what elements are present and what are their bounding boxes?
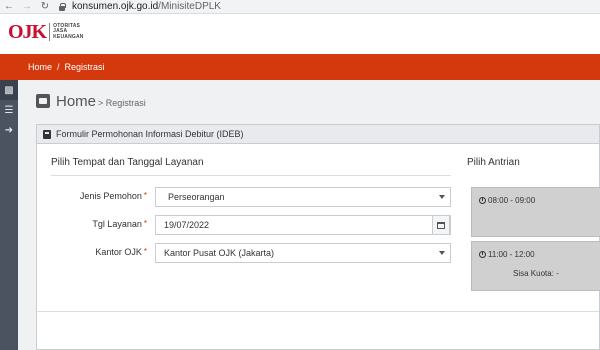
calendar-icon [437, 221, 445, 229]
input-value: 19/07/2022 [164, 220, 210, 230]
address-bar[interactable]: konsumen.ojk.go.id /MinisiteDPLK [58, 1, 221, 13]
sidebar-item-next[interactable]: ➜ [0, 120, 18, 140]
url-host: konsumen.ojk.go.id [72, 1, 159, 12]
browser-toolbar: ← → ↻ konsumen.ojk.go.id /MinisiteDPLK [0, 0, 600, 14]
logo-mark: OJK [8, 21, 47, 43]
back-arrow-icon[interactable]: ← [0, 0, 18, 14]
page-content: Home > Registrasi Formulir Permohonan In… [18, 80, 600, 350]
site-header: OJK OTORITAS JASA KEUANGAN [0, 14, 600, 54]
logo-line-3: KEUANGAN [53, 33, 84, 40]
id-card-icon: ▩ [4, 84, 14, 96]
label-jenis-pemohon: Jenis Pemohon * [37, 191, 147, 201]
section-title-layanan: Pilih Tempat dan Tanggal Layanan [51, 157, 204, 168]
forward-arrow-icon[interactable]: → [18, 0, 36, 14]
chevron-down-icon [439, 251, 445, 255]
panel-header: Formulir Permohonan Informasi Debitur (I… [37, 125, 599, 144]
lock-icon [58, 2, 66, 11]
logo-text: OTORITAS JASA KEUANGAN [53, 23, 84, 41]
tgl-layanan-input[interactable]: 19/07/2022 [155, 215, 451, 235]
label-kantor-ojk: Kantor OJK * [37, 247, 147, 257]
form-panel: Formulir Permohonan Informasi Debitur (I… [36, 124, 600, 350]
jenis-pemohon-select[interactable]: Perseorangan [155, 187, 451, 207]
database-icon: ☰ [4, 104, 14, 116]
panel-footer-divider [37, 311, 599, 312]
clock-icon [479, 197, 486, 204]
section-divider [51, 175, 451, 176]
breadcrumb-current: Registrasi [64, 62, 105, 72]
page-subtitle: > Registrasi [98, 98, 146, 108]
slot-quota: Sisa Kuota: - [513, 269, 559, 278]
calendar-button[interactable] [432, 215, 450, 235]
required-marker: * [143, 247, 147, 256]
sidebar-item-database[interactable]: ☰ [0, 100, 18, 120]
kantor-ojk-select[interactable]: Kantor Pusat OJK (Jakarta) [155, 243, 451, 263]
arrow-circle-right-icon: ➜ [4, 124, 14, 136]
sidebar: ▩ ☰ ➜ [0, 80, 22, 350]
slot-time-text: 08:00 - 09:00 [488, 196, 536, 205]
label-tgl-layanan: Tgl Layanan * [37, 219, 147, 229]
queue-slot-1[interactable]: 08:00 - 09:00 [471, 187, 600, 237]
select-value: Kantor Pusat OJK (Jakarta) [164, 248, 275, 258]
document-icon [43, 129, 51, 139]
label-text: Jenis Pemohon [79, 191, 142, 201]
slot-time: 08:00 - 09:00 [479, 196, 535, 205]
url-path: /MinisiteDPLK [158, 1, 221, 12]
panel-title: Formulir Permohonan Informasi Debitur (I… [56, 129, 244, 139]
reload-icon[interactable]: ↻ [36, 0, 54, 14]
sidebar-item-profile[interactable]: ▩ [0, 80, 22, 100]
breadcrumb-home[interactable]: Home [28, 62, 52, 72]
clock-icon [479, 251, 486, 258]
section-title-antrian: Pilih Antrian [467, 157, 520, 168]
select-value: Perseorangan [168, 192, 225, 202]
required-marker: * [143, 219, 147, 228]
page-header: Home > Registrasi [36, 92, 146, 110]
page-title: Home [56, 93, 97, 110]
ojk-logo[interactable]: OJK OTORITAS JASA KEUANGAN [8, 22, 84, 42]
logo-divider [49, 23, 51, 41]
breadcrumb-separator: / [57, 62, 60, 72]
slot-time-text: 11:00 - 12:00 [488, 250, 535, 259]
label-text: Kantor OJK [95, 247, 142, 257]
home-icon [36, 94, 50, 108]
queue-slot-2[interactable]: 11:00 - 12:00 Sisa Kuota: - [471, 241, 600, 291]
required-marker: * [143, 191, 147, 200]
slot-time: 11:00 - 12:00 [479, 250, 535, 259]
chevron-down-icon [439, 195, 445, 199]
breadcrumb: Home / Registrasi [0, 54, 600, 80]
label-text: Tgl Layanan [92, 219, 142, 229]
